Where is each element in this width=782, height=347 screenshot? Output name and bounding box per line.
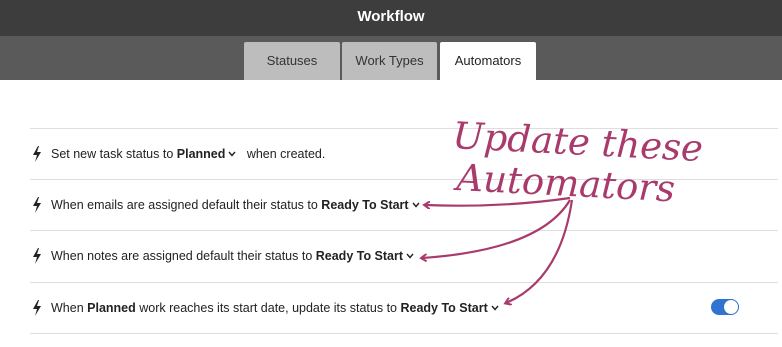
- tab-automators[interactable]: Automators: [440, 42, 536, 80]
- automator-prefix: When: [51, 301, 88, 315]
- chevron-down-icon: [406, 253, 414, 259]
- status-dropdown-planned[interactable]: Planned: [177, 147, 237, 161]
- automator-enabled-toggle[interactable]: [711, 299, 739, 315]
- automator-row-planned-work: When Planned work reaches its start date…: [30, 282, 778, 334]
- status-dropdown-value: Ready To Start: [321, 198, 409, 212]
- automator-prefix: When notes are assigned default their st…: [51, 249, 316, 263]
- automator-prefix: Set new task status to: [51, 147, 177, 161]
- chevron-down-icon: [491, 305, 499, 311]
- lightning-bolt-icon: [33, 197, 41, 213]
- automator-text: When notes are assigned default their st…: [51, 249, 414, 263]
- automator-text: Set new task status to Planned when crea…: [51, 147, 325, 161]
- chevron-down-icon: [412, 202, 420, 208]
- toggle-knob: [724, 300, 738, 314]
- tab-bar: Statuses Work Types Automators: [0, 36, 782, 80]
- status-dropdown-emails[interactable]: Ready To Start: [321, 198, 420, 212]
- status-dropdown-value: Planned: [176, 147, 226, 161]
- automator-row-notes: When notes are assigned default their st…: [30, 230, 778, 281]
- status-dropdown-value: Ready To Start: [400, 301, 488, 315]
- status-dropdown-value: Ready To Start: [315, 249, 404, 263]
- automator-text: When emails are assigned default their s…: [51, 198, 420, 212]
- automator-bold-status: Planned: [87, 301, 136, 315]
- window-title: Workflow: [0, 0, 782, 36]
- tab-statuses[interactable]: Statuses: [244, 42, 340, 80]
- automator-prefix: When emails are assigned default their s…: [51, 198, 322, 212]
- lightning-bolt-icon: [33, 248, 41, 264]
- automator-row-emails: When emails are assigned default their s…: [30, 179, 778, 230]
- automator-text: When Planned work reaches its start date…: [51, 301, 499, 315]
- automator-suffix: when created.: [246, 147, 326, 161]
- chevron-down-icon: [228, 151, 236, 157]
- lightning-bolt-icon: [33, 300, 41, 316]
- lightning-bolt-icon: [33, 146, 41, 162]
- status-dropdown-planned-work[interactable]: Ready To Start: [400, 301, 499, 315]
- automator-row-new-task: Set new task status to Planned when crea…: [30, 128, 778, 179]
- automator-middle: work reaches its start date, update its …: [135, 301, 401, 315]
- tab-work-types[interactable]: Work Types: [342, 42, 437, 80]
- status-dropdown-notes[interactable]: Ready To Start: [316, 249, 414, 263]
